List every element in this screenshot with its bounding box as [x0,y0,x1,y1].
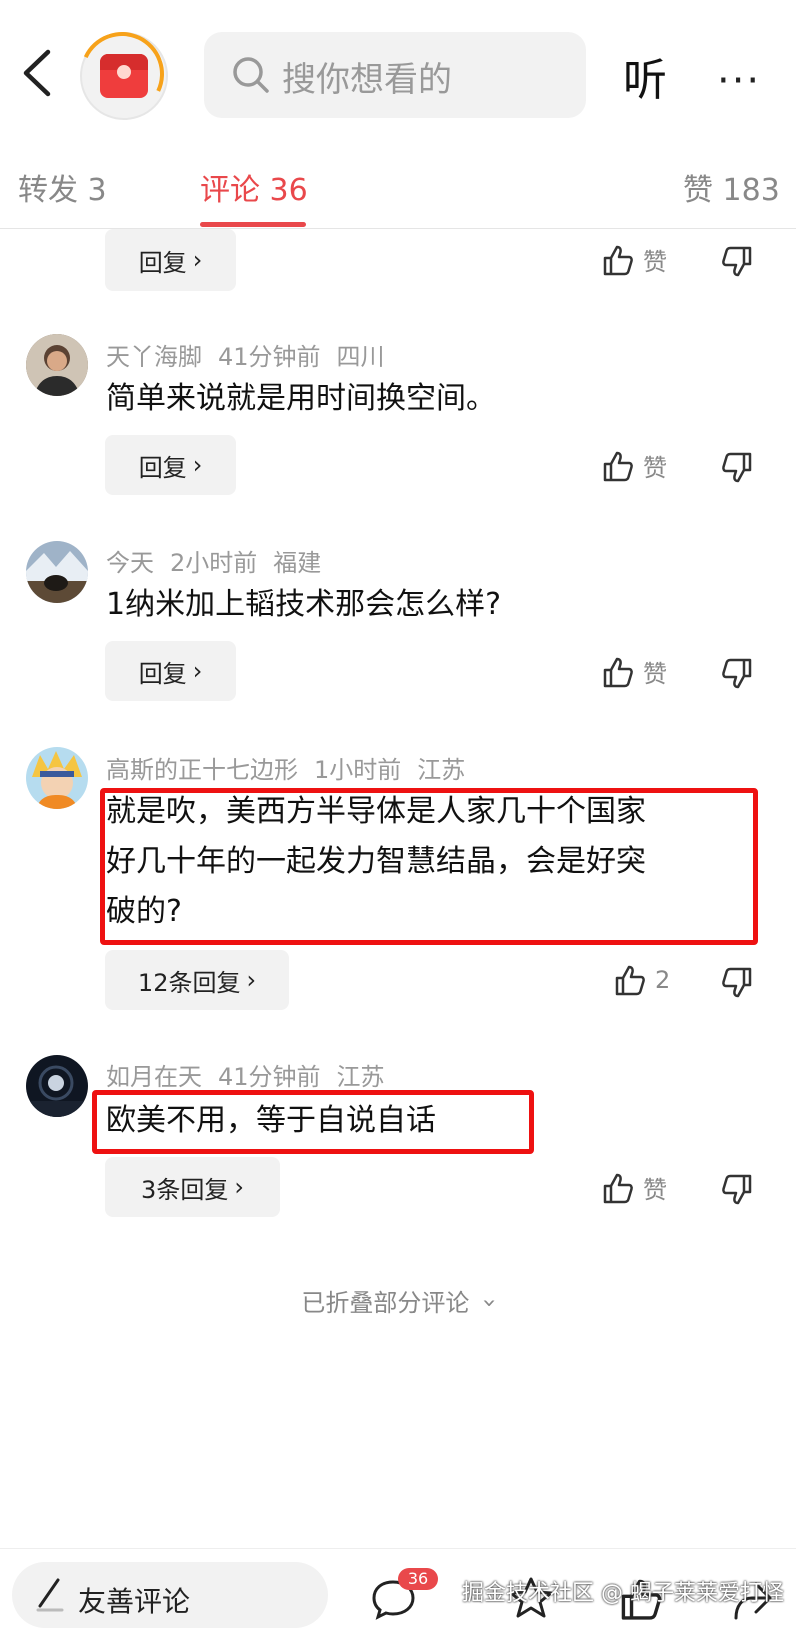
comment-meta: 如月在天 41分钟前 江苏 [106,1057,401,1092]
thumbs-up-icon [601,1171,635,1205]
like-button[interactable]: 赞 [601,448,667,483]
like-button[interactable]: 赞 [601,654,667,689]
search-icon [232,56,270,98]
comment-text-line: 破的? [106,894,182,929]
dislike-button[interactable] [720,1173,754,1207]
comment-input[interactable]: 友善评论 [12,1562,328,1628]
reply-label: 回复 [138,453,187,482]
like-button[interactable]: 赞 [601,1170,667,1205]
listen-button[interactable]: 听 [623,44,667,108]
timestamp: 41分钟前 [218,1063,321,1091]
back-arrow-icon[interactable] [20,48,52,98]
chevron-down-icon: › [475,1298,504,1308]
like-button[interactable]: 2 [613,963,670,997]
reply-label: 回复 [138,248,187,277]
comment-text-line: 好几十年的一起发力智慧结晶，会是好突 [106,844,646,879]
dislike-button[interactable] [720,245,754,279]
tab-comment[interactable]: 评论 36 [200,165,308,209]
thumbs-down-icon [722,658,752,689]
comment-meta: 高斯的正十七边形 1小时前 江苏 [106,750,481,785]
chevron-right-icon: › [192,657,203,685]
view-replies-button[interactable]: 3条回复 › [105,1157,280,1217]
comment-count-badge: 36 [398,1568,438,1590]
tab-like[interactable]: 赞 183 [683,165,780,209]
search-bar[interactable]: 搜你想看的 [204,32,586,118]
thumbs-up-icon [613,963,647,997]
reply-button[interactable]: 回复 › [105,435,236,495]
active-tab-indicator [200,222,306,227]
timestamp: 41分钟前 [218,343,321,371]
red-packet-icon[interactable] [68,20,176,128]
comment-meta: 天丫海脚 41分钟前 四川 [106,337,401,372]
comment-meta: 今天 2小时前 福建 [106,543,337,578]
like-label: 赞 [643,1176,667,1204]
thumbs-down-icon [722,452,752,483]
folded-comments-toggle[interactable]: 已折叠部分评论 › [0,1283,796,1318]
chevron-right-icon: › [234,1173,244,1201]
reply-label: 回复 [138,659,187,688]
more-options-button[interactable]: ··· [717,58,761,104]
thumbs-up-icon [601,243,635,277]
avatar[interactable] [26,1055,88,1117]
search-placeholder: 搜你想看的 [282,60,452,100]
username[interactable]: 天丫海脚 [106,343,202,371]
comment-text: 简单来说就是用时间换空间。 [106,381,496,416]
comment-text: 1纳米加上韬技术那会怎么样? [106,587,502,622]
like-label: 赞 [643,454,667,482]
watermark: 掘金技术社区 @ 蝎子莱莱爱打怪 [462,1581,784,1606]
pen-icon [34,1576,66,1618]
like-count: 2 [655,966,671,994]
comment-text: 欧美不用，等于自说自话 [106,1103,436,1138]
dislike-button[interactable] [720,657,754,691]
like-label: 赞 [643,248,667,276]
timestamp: 2小时前 [170,549,258,577]
username[interactable]: 高斯的正十七边形 [106,756,298,784]
avatar[interactable] [26,541,88,603]
region: 江苏 [417,756,466,784]
region: 江苏 [336,1063,385,1091]
chevron-right-icon: › [192,451,203,479]
avatar[interactable] [26,747,88,809]
comment-text-line: 就是吹，美西方半导体是人家几十个国家 [106,794,646,829]
dislike-button[interactable] [720,451,754,485]
region: 福建 [273,549,322,577]
like-button[interactable]: 赞 [601,242,667,277]
timestamp: 1小时前 [314,756,402,784]
thumbs-down-icon [722,967,752,998]
chevron-right-icon: › [192,246,203,274]
reply-label: 12条回复 [137,968,241,997]
folded-label: 已折叠部分评论 [301,1289,470,1317]
comment-input-label: 友善评论 [78,1585,191,1618]
view-replies-button[interactable]: 12条回复 › [105,950,289,1010]
dislike-button[interactable] [720,966,754,1000]
like-label: 赞 [643,660,667,688]
avatar[interactable] [26,334,88,396]
username[interactable]: 如月在天 [106,1063,202,1091]
username[interactable]: 今天 [106,549,154,577]
tab-forward[interactable]: 转发 3 [18,165,107,209]
thumbs-up-icon [601,449,635,483]
chevron-right-icon: › [246,966,257,994]
thumbs-up-icon [601,655,635,689]
thumbs-down-icon [722,246,752,277]
reply-button[interactable]: 回复 › [105,641,236,701]
reply-label: 3条回复 [141,1175,229,1204]
thumbs-down-icon [722,1174,752,1205]
region: 四川 [336,343,385,371]
reply-button[interactable]: 回复 › [105,229,236,291]
comment-text: 就是吹，美西方半导体是人家几十个国家 好几十年的一起发力智慧结晶，会是好突 破的… [106,787,646,937]
